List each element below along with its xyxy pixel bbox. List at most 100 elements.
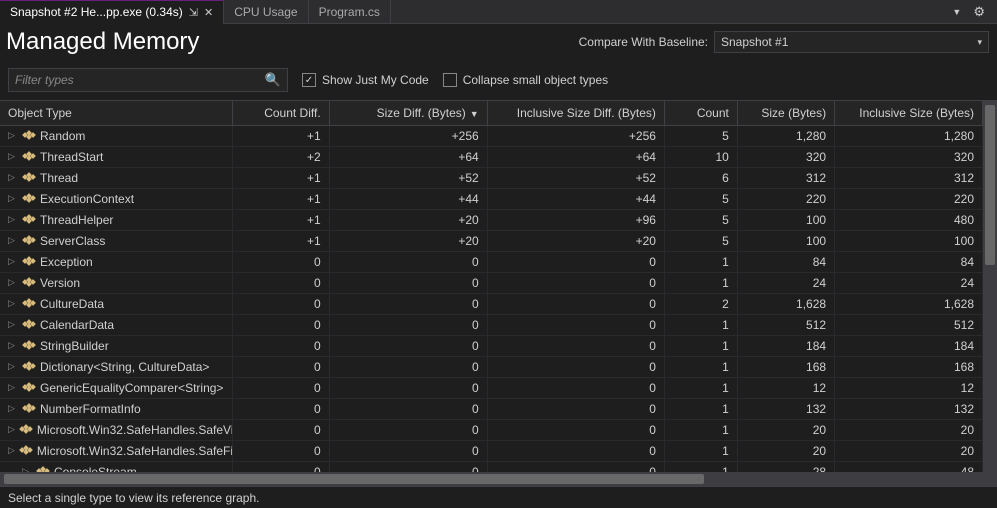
gear-icon[interactable]: ⚙ (969, 4, 989, 20)
expand-icon[interactable]: ▷ (8, 277, 18, 288)
expand-icon[interactable]: ▷ (8, 445, 15, 456)
column-header[interactable]: Count (664, 101, 737, 125)
cell-inclDiff: 0 (487, 377, 664, 398)
table-row[interactable]: ▷StringBuilder0001184184 (0, 335, 983, 356)
class-icon (22, 298, 36, 310)
class-icon (22, 340, 36, 352)
expand-icon[interactable]: ▷ (8, 214, 18, 225)
tab-overflow-icon[interactable]: ▼ (952, 7, 961, 17)
cell-sizeDiff: 0 (329, 335, 487, 356)
cell-incl: 48 (835, 461, 983, 472)
table-row[interactable]: ▷ConsoleStream00012848 (0, 461, 983, 472)
cell-inclDiff: 0 (487, 356, 664, 377)
table-row[interactable]: ▷ThreadStart+2+64+6410320320 (0, 146, 983, 167)
expand-icon[interactable]: ▷ (8, 172, 18, 183)
expand-icon[interactable]: ▷ (8, 403, 18, 414)
cell-inclDiff: 0 (487, 251, 664, 272)
types-grid[interactable]: Object TypeCount Diff.Size Diff. (Bytes)… (0, 101, 983, 472)
cell-inclDiff: 0 (487, 398, 664, 419)
tab-cpu-usage[interactable]: CPU Usage (224, 0, 308, 24)
cell-countDiff: +1 (233, 209, 329, 230)
table-row[interactable]: ▷CultureData00021,6281,628 (0, 293, 983, 314)
tab-program-cs[interactable]: Program.cs (309, 0, 391, 24)
table-row[interactable]: ▷ExecutionContext+1+44+445220220 (0, 188, 983, 209)
cell-inclDiff: +256 (487, 125, 664, 146)
close-icon[interactable]: ✕ (204, 6, 213, 19)
scrollbar-thumb[interactable] (4, 474, 704, 484)
cell-size: 1,280 (737, 125, 834, 146)
cell-inclDiff: 0 (487, 314, 664, 335)
page-title: Managed Memory (6, 28, 199, 56)
table-row[interactable]: ▷ThreadHelper+1+20+965100480 (0, 209, 983, 230)
table-row[interactable]: ▷Microsoft.Win32.SafeHandles.SafeViewOfF… (0, 419, 983, 440)
column-header[interactable]: Object Type (0, 101, 233, 125)
cell-inclDiff: +44 (487, 188, 664, 209)
cell-count: 1 (664, 335, 737, 356)
cell-incl: 168 (835, 356, 983, 377)
cell-size: 132 (737, 398, 834, 419)
cell-size: 184 (737, 335, 834, 356)
expand-icon[interactable]: ▷ (8, 361, 18, 372)
cell-incl: 220 (835, 188, 983, 209)
cell-size: 12 (737, 377, 834, 398)
cell-countDiff: +1 (233, 230, 329, 251)
filter-types-input[interactable] (15, 73, 265, 87)
tab-snapshot-active[interactable]: Snapshot #2 He...pp.exe (0.34s) ⇲ ✕ (0, 0, 224, 24)
expand-icon[interactable]: ▷ (8, 151, 18, 162)
cell-incl: 132 (835, 398, 983, 419)
expand-icon[interactable]: ▷ (8, 235, 18, 246)
search-icon[interactable]: 🔍 (265, 72, 281, 88)
column-header[interactable]: Count Diff. (233, 101, 329, 125)
expand-icon[interactable]: ▷ (8, 382, 18, 393)
expand-icon[interactable]: ▷ (8, 256, 18, 267)
cell-incl: 100 (835, 230, 983, 251)
cell-sizeDiff: 0 (329, 440, 487, 461)
pin-icon[interactable]: ⇲ (189, 6, 198, 19)
expand-icon[interactable]: ▷ (8, 340, 18, 351)
tab-label: CPU Usage (234, 5, 297, 19)
cell-incl: 512 (835, 314, 983, 335)
table-row[interactable]: ▷ServerClass+1+20+205100100 (0, 230, 983, 251)
cell-count: 1 (664, 272, 737, 293)
cell-incl: 12 (835, 377, 983, 398)
cell-sizeDiff: 0 (329, 293, 487, 314)
class-icon (22, 172, 36, 184)
table-row[interactable]: ▷Version00012424 (0, 272, 983, 293)
table-row[interactable]: ▷Dictionary<String, CultureData>00011681… (0, 356, 983, 377)
table-row[interactable]: ▷GenericEqualityComparer<String>00011212 (0, 377, 983, 398)
column-header[interactable]: Inclusive Size Diff. (Bytes) (487, 101, 664, 125)
show-just-my-code-checkbox[interactable]: ✓ Show Just My Code (302, 73, 429, 87)
horizontal-scrollbar[interactable] (0, 472, 997, 486)
expand-icon[interactable]: ▷ (8, 130, 18, 141)
expand-icon[interactable]: ▷ (8, 424, 15, 435)
cell-sizeDiff: 0 (329, 356, 487, 377)
filter-types-search[interactable]: 🔍 (8, 68, 288, 92)
chevron-down-icon: ▾ (977, 37, 982, 48)
table-row[interactable]: ▷NumberFormatInfo0001132132 (0, 398, 983, 419)
cell-countDiff: +2 (233, 146, 329, 167)
type-name: GenericEqualityComparer<String> (40, 381, 223, 395)
cell-count: 5 (664, 209, 737, 230)
table-row[interactable]: ▷ Microsoft.Win32.SafeHandles.SafeFileHan… (0, 440, 983, 461)
type-name: Microsoft.Win32.SafeHandles.SafeFileHand… (37, 444, 233, 458)
table-row[interactable]: ▷CalendarData0001512512 (0, 314, 983, 335)
cell-countDiff: 0 (233, 461, 329, 472)
compare-baseline-select[interactable]: Snapshot #1 ▾ (714, 31, 989, 53)
cell-size: 100 (737, 230, 834, 251)
scrollbar-thumb[interactable] (985, 105, 995, 265)
expand-icon[interactable]: ▷ (8, 298, 18, 309)
collapse-small-checkbox[interactable]: Collapse small object types (443, 73, 608, 87)
expand-icon[interactable]: ▷ (8, 193, 18, 204)
column-header[interactable]: Size (Bytes) (737, 101, 834, 125)
column-header[interactable]: Size Diff. (Bytes)▼ (329, 101, 487, 125)
cell-inclDiff: 0 (487, 293, 664, 314)
table-row[interactable]: ▷Random+1+256+25651,2801,280 (0, 125, 983, 146)
vertical-scrollbar[interactable] (983, 101, 997, 472)
table-row[interactable]: ▷Exception00018484 (0, 251, 983, 272)
tab-label: Program.cs (319, 5, 380, 19)
table-row[interactable]: ▷Thread+1+52+526312312 (0, 167, 983, 188)
class-icon (22, 277, 36, 289)
type-name: ExecutionContext (40, 192, 134, 206)
expand-icon[interactable]: ▷ (8, 319, 18, 330)
column-header[interactable]: Inclusive Size (Bytes) (835, 101, 983, 125)
